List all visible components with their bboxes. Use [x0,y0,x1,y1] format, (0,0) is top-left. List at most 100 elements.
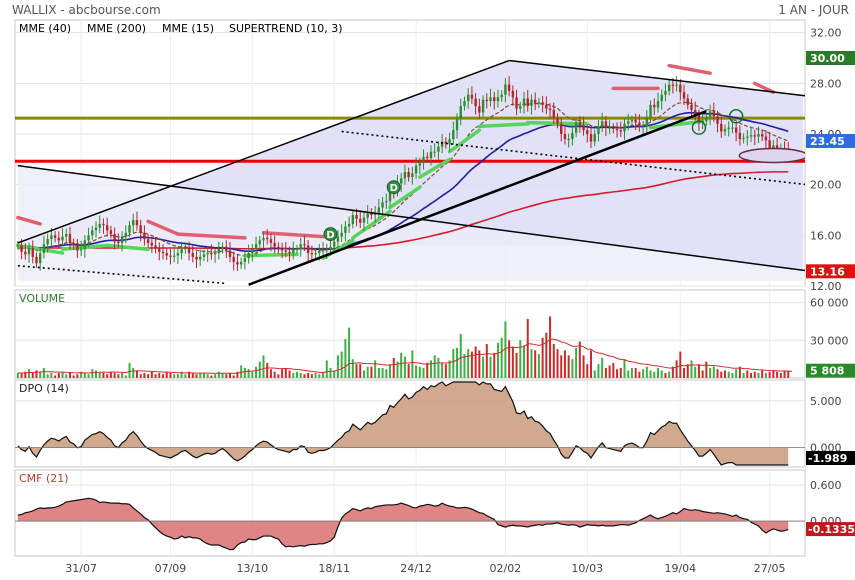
candle-body [158,248,161,252]
candle-body [273,242,276,247]
candle-body [359,218,362,223]
candle-body [225,246,228,251]
legend-mme15: MME (15) [162,22,214,35]
volume-bar [251,371,254,378]
candle-body [485,99,488,102]
candle-body [574,122,578,133]
volume-bar [523,345,526,378]
chart-title: WALLIX - abcbourse.com [12,3,161,17]
candle-body [98,223,101,228]
candle-body [429,151,433,159]
candle-body [206,253,209,255]
candle-body [176,253,180,256]
volume-bar [485,344,488,378]
candle-body [128,225,131,233]
volume-bar [359,364,362,378]
volume-bar [712,366,715,378]
candle-body [35,256,38,264]
price-badge-label: 23.45 [810,135,845,148]
candle-body [65,234,68,237]
candle-body [143,232,146,240]
volume-bar [206,374,209,378]
volume-bar [768,371,771,378]
volume-bar [16,372,19,378]
volume-tick-label: 30 000 [810,334,849,347]
price-tick-label: 28.00 [810,77,842,90]
candle-body [280,249,284,251]
volume-bar [742,372,745,378]
candle-body [184,248,187,250]
divergence-marker-glyph: D [390,183,398,194]
candle-body [258,240,261,245]
volume-bar [288,370,291,378]
candle-body [161,251,165,254]
volume-bar [627,370,630,378]
candle-body [667,84,671,91]
volume-bar [601,357,604,378]
candle-body [496,97,500,102]
volume-bar [746,370,749,378]
volume-bar [638,371,641,378]
candle-body [630,120,634,122]
volume-bar [463,354,466,378]
volume-bar [128,362,131,378]
candle-body [292,249,295,254]
volume-bar [727,371,730,378]
volume-bar [57,372,60,378]
candle-body [76,245,79,251]
volume-bar [567,355,570,378]
candle-body [615,128,619,131]
candle-body [682,92,686,99]
candle-body [478,106,481,113]
volume-bar [303,374,306,378]
volume-bar [623,359,626,378]
volume-bar [593,370,596,378]
candle-body [377,207,381,213]
candle-body [295,249,299,251]
volume-bar [381,367,384,378]
volume-bar [493,352,496,378]
volume-bar [139,374,142,378]
candle-body [94,227,98,231]
volume-bar [415,365,418,378]
candle-body [712,111,716,117]
candle-body [303,244,306,246]
dpo-axis: 5.0000.000-1.989 [806,395,855,465]
volume-bar [277,374,280,378]
candle-body [269,239,273,243]
volume-bar [537,354,540,378]
volume-bar [690,360,693,378]
volume-bar [158,372,161,378]
volume-bar [31,372,34,378]
candle-body [489,97,492,102]
volume-bar [612,362,615,378]
volume-bar [344,339,347,378]
candle-body [634,120,637,123]
candle-body [195,256,198,260]
volume-bar [701,370,704,378]
candle-body [746,136,749,138]
volume-bar [176,374,179,378]
candle-body [671,84,675,86]
candle-body [414,165,418,174]
volume-panel: VOLUME 60 000 30 000 5 808 [14,289,855,379]
candle-body [452,130,455,140]
candle-body [660,94,663,102]
cmf-badge-label: -0.1335 [808,523,855,536]
stock-chart: WALLIX - abcbourse.com 1 AN - JOUR D D MM… [12,3,855,575]
candle-body [738,132,742,140]
candle-body [199,256,202,260]
candle-body [385,201,388,203]
volume-bar [649,370,652,378]
candle-body [251,249,254,254]
candle-body [627,121,630,124]
candle-body [306,245,310,254]
candle-body [299,244,302,250]
candle-body [619,130,622,132]
volume-bar [705,361,708,378]
candle-body [169,255,172,257]
volume-bar [750,372,753,378]
candle-body [764,136,768,141]
candle-body [42,244,46,254]
volume-bar [318,374,321,378]
